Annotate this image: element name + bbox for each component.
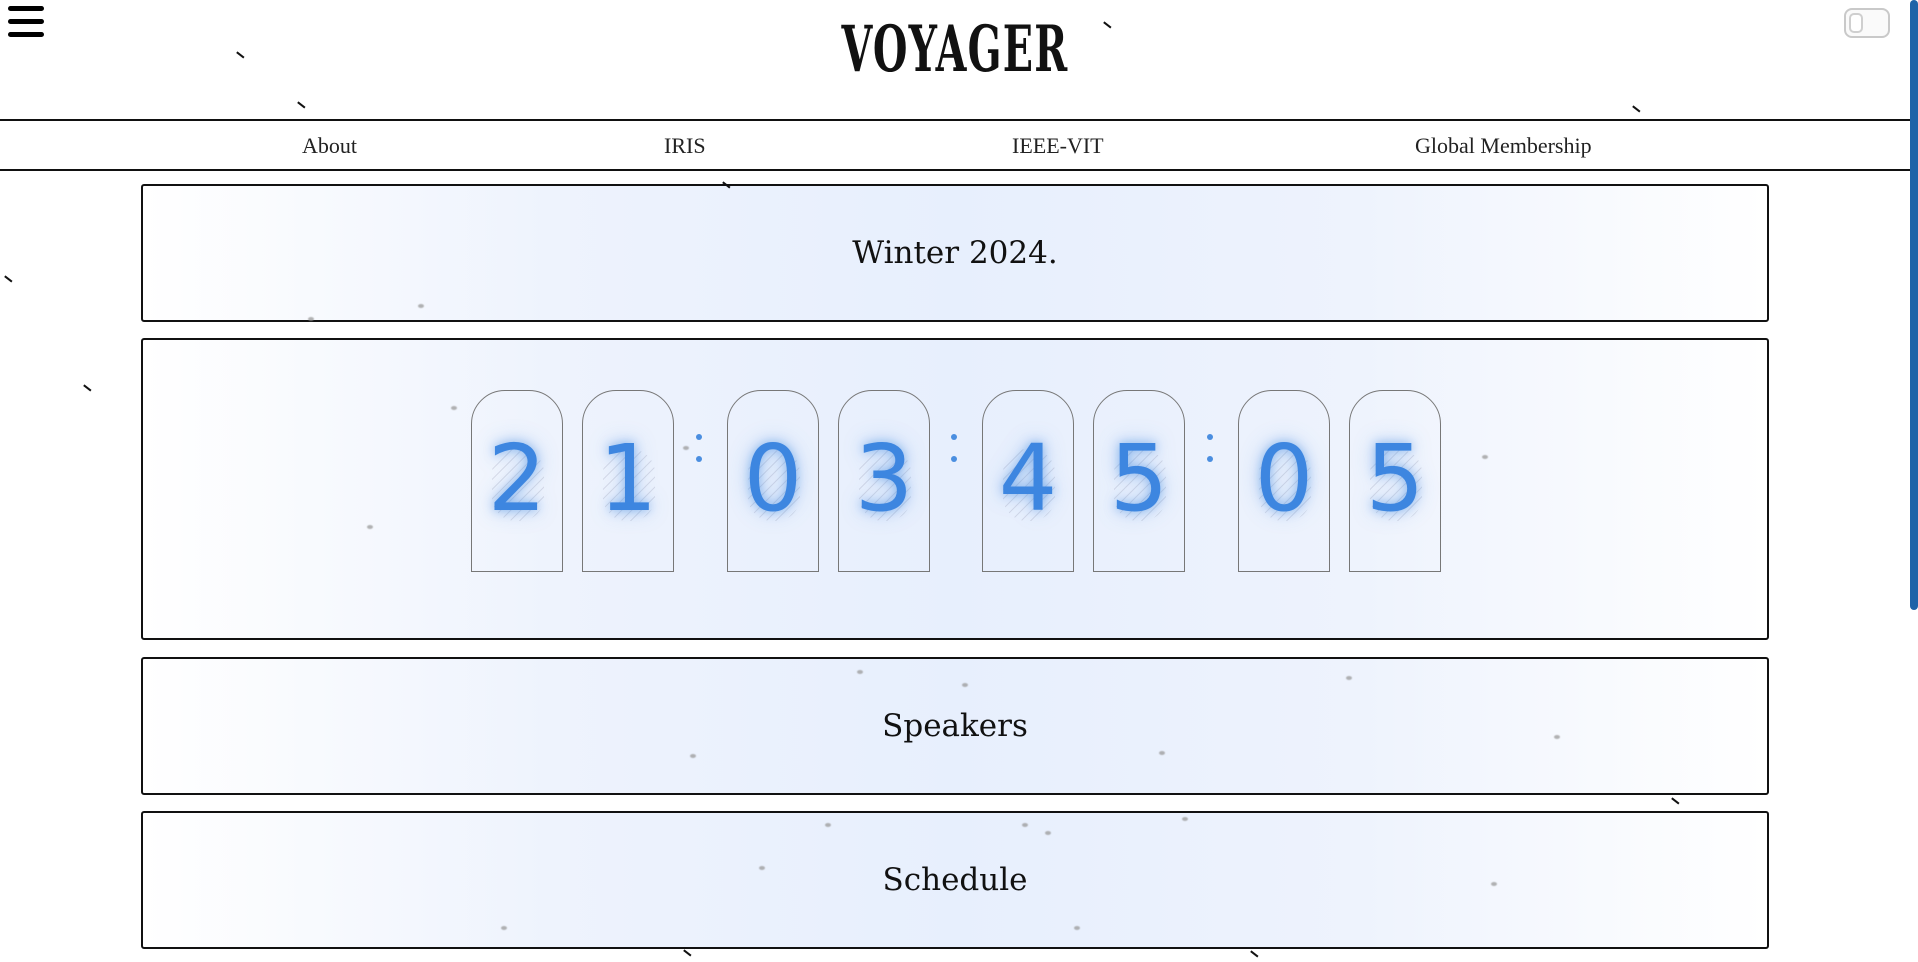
- menu-bar: [8, 19, 44, 24]
- snowflake-decoration: [308, 317, 314, 321]
- countdown-separator: [1206, 434, 1214, 464]
- countdown-digit: 0: [727, 390, 819, 572]
- nav-item-about[interactable]: About: [302, 133, 357, 159]
- snowflake-decoration: [1074, 926, 1080, 930]
- countdown-digit: 0: [1238, 390, 1330, 572]
- countdown-digit-value: 5: [1365, 425, 1425, 532]
- snow-streak-decoration: [1250, 950, 1259, 958]
- snowflake-decoration: [451, 406, 457, 410]
- speakers-panel[interactable]: Speakers: [141, 657, 1769, 795]
- snowflake-decoration: [367, 525, 373, 529]
- countdown-digit-value: 2: [487, 425, 547, 532]
- page: VOYAGER About IRIS IEEE-VIT Global Membe…: [0, 0, 1918, 962]
- schedule-panel[interactable]: Schedule: [141, 811, 1769, 949]
- countdown-timer: 2 1 0 3 4 5 0 5: [143, 340, 1767, 638]
- countdown-digit-value: 3: [854, 425, 914, 532]
- toggle-knob: [1849, 13, 1863, 33]
- countdown-panel: 2 1 0 3 4 5 0 5: [141, 338, 1769, 640]
- snowflake-decoration: [683, 446, 689, 450]
- snowflake-decoration: [962, 683, 968, 687]
- snowflake-decoration: [1482, 455, 1488, 459]
- snowflake-decoration: [759, 866, 765, 870]
- season-title: Winter 2024.: [852, 235, 1058, 271]
- snowflake-decoration: [1346, 676, 1352, 680]
- countdown-digit-value: 5: [1109, 425, 1169, 532]
- snow-streak-decoration: [4, 275, 13, 283]
- snowflake-decoration: [501, 926, 507, 930]
- countdown-separator: [950, 434, 958, 464]
- menu-bar: [8, 6, 44, 11]
- speakers-title: Speakers: [882, 708, 1028, 744]
- nav-item-global-membership[interactable]: Global Membership: [1415, 133, 1592, 159]
- countdown-digit: 4: [982, 390, 1074, 572]
- main-navigation: About IRIS IEEE-VIT Global Membership: [0, 119, 1910, 171]
- schedule-title: Schedule: [882, 862, 1028, 898]
- countdown-digit: 1: [582, 390, 674, 572]
- countdown-digit: 5: [1349, 390, 1441, 572]
- countdown-digit: 3: [838, 390, 930, 572]
- site-logo[interactable]: VOYAGER: [363, 18, 1547, 82]
- snowflake-decoration: [1159, 751, 1165, 755]
- nav-item-iris[interactable]: IRIS: [664, 133, 706, 159]
- snowflake-decoration: [690, 754, 696, 758]
- nav-item-ieee-vit[interactable]: IEEE-VIT: [1012, 133, 1104, 159]
- snowflake-decoration: [825, 823, 831, 827]
- snowflake-decoration: [1554, 735, 1560, 739]
- snow-streak-decoration: [1632, 105, 1641, 113]
- snowflake-decoration: [857, 670, 863, 674]
- season-panel: Winter 2024.: [141, 184, 1769, 322]
- snow-streak-decoration: [297, 101, 306, 109]
- menu-bar: [8, 32, 44, 37]
- snowflake-decoration: [1491, 882, 1497, 886]
- snowflake-decoration: [418, 304, 424, 308]
- snow-streak-decoration: [83, 384, 92, 392]
- countdown-digit-value: 4: [998, 425, 1058, 532]
- snow-streak-decoration: [683, 949, 692, 957]
- snowflake-decoration: [1045, 831, 1051, 835]
- countdown-digit-value: 0: [1254, 425, 1314, 532]
- hamburger-menu-icon[interactable]: [8, 6, 44, 38]
- countdown-digit: 5: [1093, 390, 1185, 572]
- scrollbar-thumb[interactable]: [1910, 0, 1918, 610]
- snowflake-decoration: [1182, 817, 1188, 821]
- countdown-digit-value: 0: [743, 425, 803, 532]
- snow-streak-decoration: [236, 51, 245, 59]
- countdown-digit: 2: [471, 390, 563, 572]
- countdown-separator: [695, 434, 703, 464]
- countdown-digit-value: 1: [598, 425, 658, 532]
- theme-toggle-switch[interactable]: [1844, 8, 1890, 38]
- snowflake-decoration: [1022, 823, 1028, 827]
- snow-streak-decoration: [1671, 797, 1680, 805]
